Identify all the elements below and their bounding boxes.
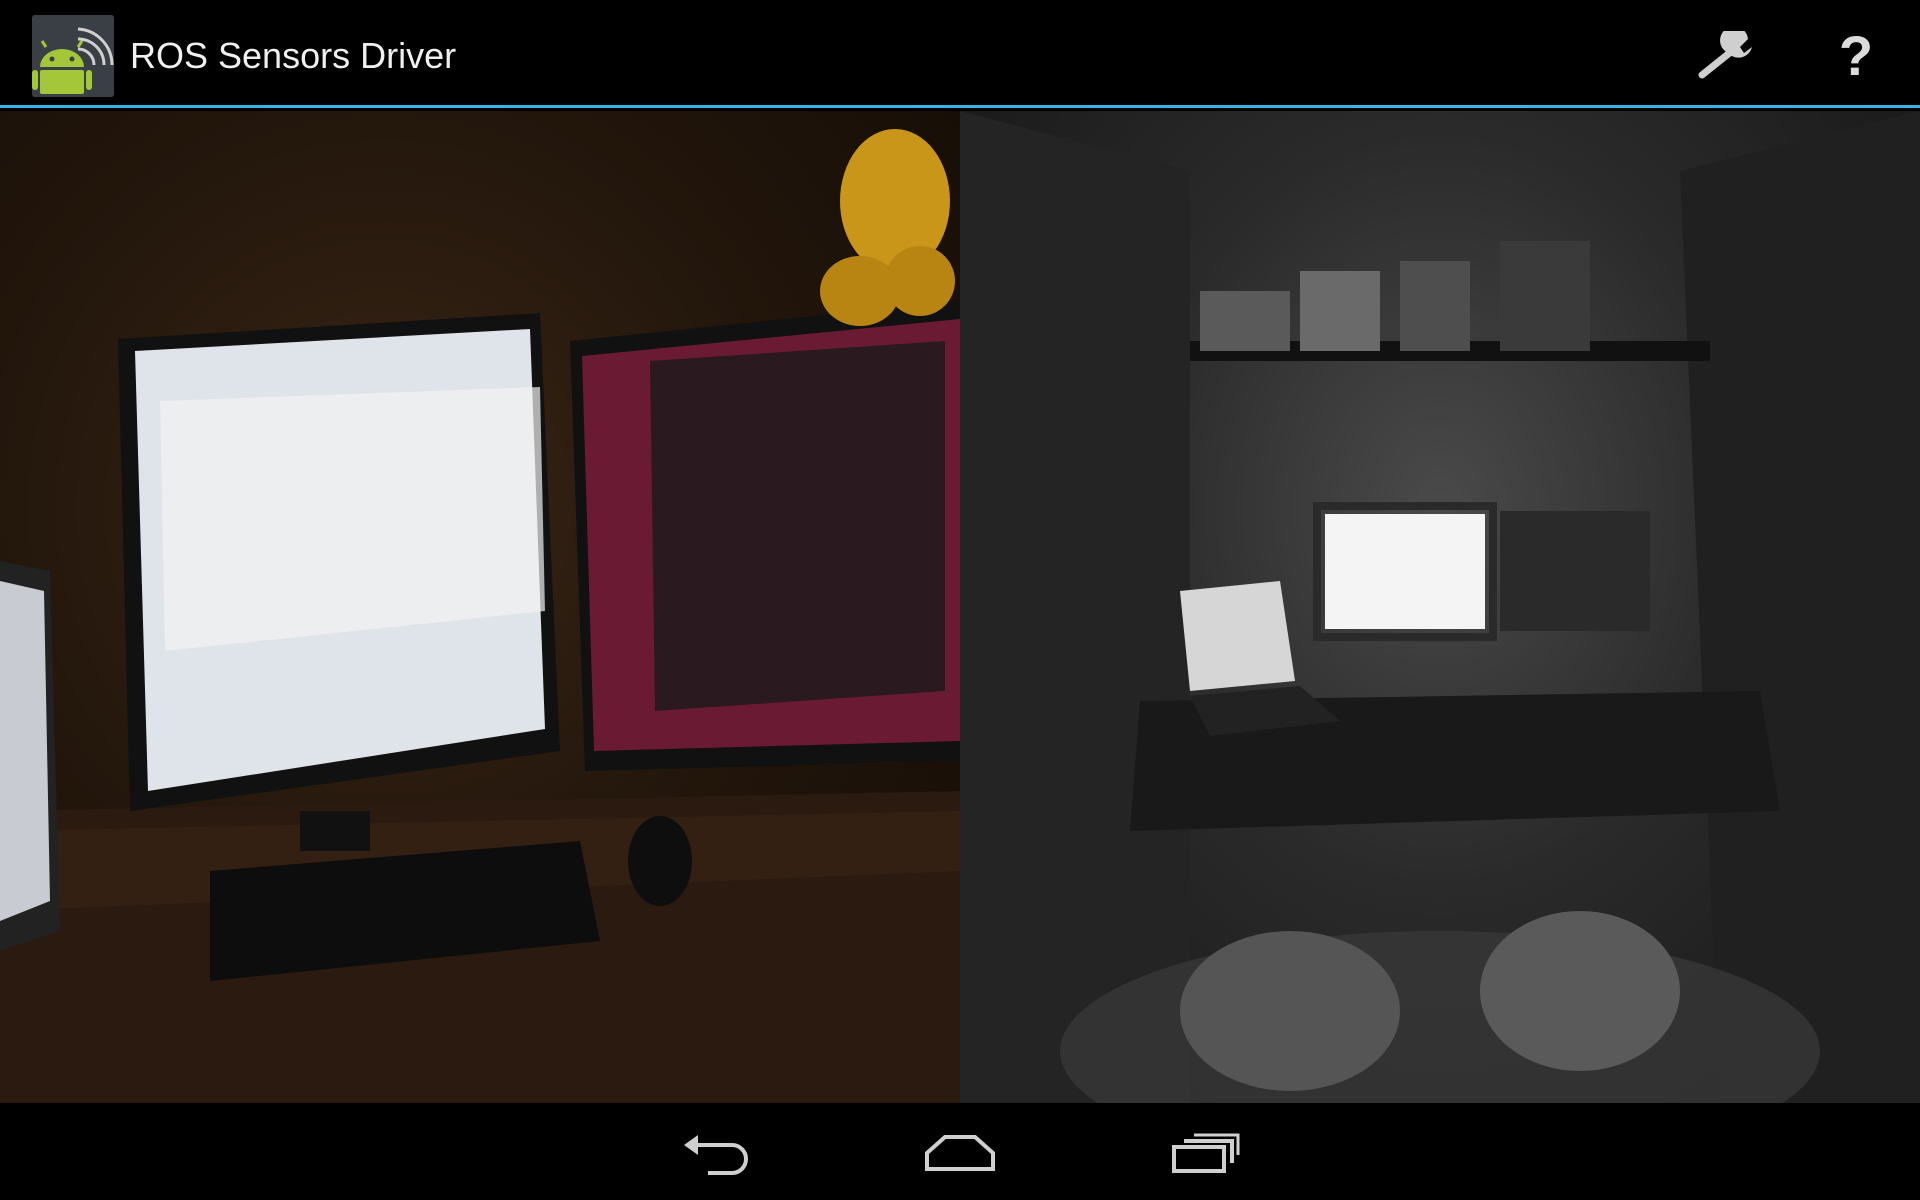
android-robot-wifi-icon[interactable]: [32, 15, 114, 97]
action-bar: ROS Sensors Driver ?: [0, 0, 1920, 108]
grayscale-camera-view: [960, 111, 1920, 1103]
navigation-bar: [0, 1103, 1920, 1200]
app-title: ROS Sensors Driver: [130, 35, 457, 76]
action-bar-divider: [0, 105, 1920, 108]
camera-area: [0, 111, 1920, 1103]
back-button[interactable]: [660, 1123, 770, 1183]
back-arrow-icon: [684, 1135, 748, 1175]
wrench-icon: [1698, 31, 1752, 79]
home-icon: [925, 1135, 995, 1171]
help-icon: ?: [1838, 24, 1874, 87]
help-button[interactable]: ?: [1816, 20, 1896, 92]
recent-apps-button[interactable]: [1150, 1123, 1260, 1183]
rgb-camera-view: [0, 111, 960, 1103]
recent-apps-icon: [1172, 1133, 1240, 1173]
home-button[interactable]: [905, 1123, 1015, 1183]
settings-button[interactable]: [1688, 20, 1768, 92]
